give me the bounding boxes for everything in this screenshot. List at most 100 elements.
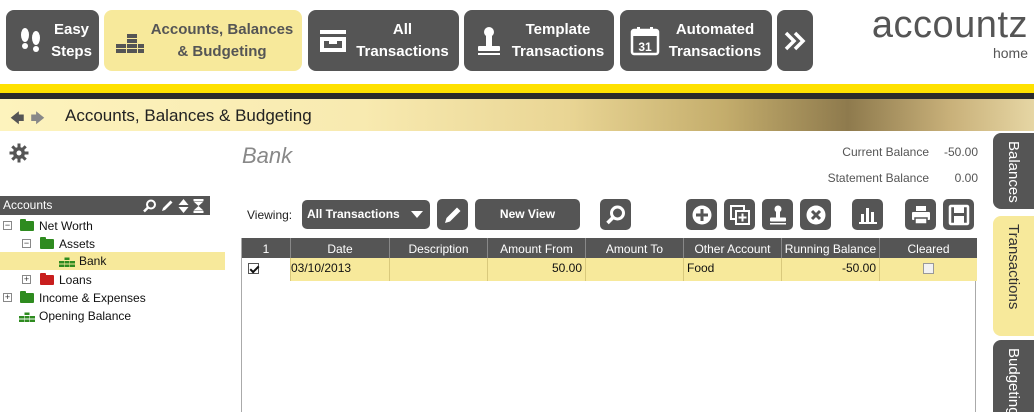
tab-balances[interactable]: Balances xyxy=(993,133,1034,209)
transactions-table: 1 Date Description Amount From Amount To… xyxy=(241,238,977,412)
forward-arrow-icon[interactable]: 🡆 xyxy=(30,110,50,126)
current-balance-label: Current Balance xyxy=(842,145,929,159)
calendar-31-icon: 31 xyxy=(630,26,660,55)
tree-item-label: Assets xyxy=(59,237,96,251)
table-header: 1 Date Description Amount From Amount To… xyxy=(242,238,977,258)
tree-item-income-expenses[interactable]: + Income & Expenses xyxy=(0,289,225,307)
back-arrow-icon[interactable]: 🡄 xyxy=(10,110,30,126)
save-button[interactable] xyxy=(943,199,974,230)
tree-item-label: Income & Expenses xyxy=(39,291,146,305)
cleared-checkbox[interactable] xyxy=(923,263,934,275)
close-circle-icon xyxy=(806,205,825,224)
new-view-button[interactable]: New View xyxy=(475,199,580,230)
column-header[interactable]: Date xyxy=(291,238,390,258)
expand-toggle-icon[interactable]: + xyxy=(22,275,31,284)
accent-bar xyxy=(0,84,1034,93)
statement-balance-label: Statement Balance xyxy=(827,171,929,185)
coins-icon xyxy=(19,312,35,322)
nav-label: Automated Transactions xyxy=(668,20,762,60)
pencil-icon[interactable] xyxy=(161,199,174,212)
add-transaction-button[interactable] xyxy=(686,199,717,230)
tree-item-bank[interactable]: Bank xyxy=(0,252,225,270)
tree-item-assets[interactable]: − Assets xyxy=(0,235,225,253)
view-select-value: All Transactions xyxy=(307,207,400,221)
folder-icon xyxy=(40,237,54,249)
nav-accounts-balances-budgeting[interactable]: Accounts, Balances & Budgeting xyxy=(104,10,302,71)
statement-balance-value: 0.00 xyxy=(954,171,978,185)
accounts-panel-header: Accounts xyxy=(0,196,210,215)
tab-transactions[interactable]: Transactions xyxy=(993,216,1034,336)
search-icon[interactable] xyxy=(143,199,157,213)
other-account-cell[interactable]: Food xyxy=(684,258,782,281)
row-select-cell[interactable] xyxy=(242,258,291,281)
collapse-icon[interactable] xyxy=(193,198,204,213)
tab-label: Budgeting xyxy=(1005,348,1022,412)
nav-easy-steps[interactable]: Easy Steps xyxy=(6,10,99,71)
logo-subtitle: home xyxy=(992,45,1028,61)
expand-toggle-icon[interactable]: + xyxy=(3,293,12,302)
folder-icon xyxy=(20,219,34,231)
double-chevron-right-icon xyxy=(784,31,806,50)
current-balance-value: -50.00 xyxy=(943,145,978,159)
history-nav: 🡄🡆 xyxy=(10,108,51,132)
tree-item-opening-balance[interactable]: Opening Balance xyxy=(0,307,225,325)
date-cell[interactable]: 03/10/2013 xyxy=(291,258,390,281)
sort-up-down-icon[interactable] xyxy=(178,198,189,213)
column-header[interactable]: Amount To xyxy=(586,238,684,258)
printer-icon xyxy=(911,205,930,225)
nav-automated-transactions[interactable]: 31 Automated Transactions xyxy=(620,10,772,71)
nav-more-button[interactable] xyxy=(777,10,813,71)
amount-to-cell[interactable] xyxy=(586,258,684,281)
folder-icon xyxy=(40,273,54,285)
delete-transaction-button[interactable] xyxy=(800,199,831,230)
chevron-down-icon xyxy=(411,211,423,218)
app-logo: accountz home xyxy=(848,4,1028,60)
column-header[interactable]: Other Account xyxy=(684,238,782,258)
edit-view-button[interactable] xyxy=(437,199,468,230)
svg-text:31: 31 xyxy=(638,40,652,54)
amount-from-cell[interactable]: 50.00 xyxy=(488,258,586,281)
tree-item-label: Bank xyxy=(79,254,107,268)
nav-label: Template Transactions xyxy=(511,20,605,60)
tab-budgeting[interactable]: Budgeting xyxy=(993,340,1034,412)
tree-item-label: Net Worth xyxy=(39,219,93,233)
nav-template-transactions[interactable]: Template Transactions xyxy=(464,10,614,71)
search-button[interactable] xyxy=(600,199,631,230)
column-header[interactable]: Amount From xyxy=(488,238,586,258)
collapse-toggle-icon[interactable]: − xyxy=(3,221,12,230)
duplicate-transaction-button[interactable] xyxy=(724,199,755,230)
column-header[interactable]: Description xyxy=(390,238,488,258)
stamp-icon xyxy=(478,26,500,55)
table-row[interactable]: 03/10/2013 50.00 Food -50.00 xyxy=(242,258,977,281)
cleared-cell[interactable] xyxy=(880,258,977,281)
nav-label: Easy Steps xyxy=(51,20,92,60)
bar-chart-icon xyxy=(858,207,877,224)
running-balance-cell: -50.00 xyxy=(782,258,880,281)
collapse-toggle-icon[interactable]: − xyxy=(22,239,31,248)
logo-brand: accountz xyxy=(871,4,1028,46)
template-button[interactable] xyxy=(762,199,793,230)
accounts-header-label: Accounts xyxy=(3,198,53,212)
column-header[interactable]: Cleared xyxy=(880,238,977,258)
tree-item-net-worth[interactable]: − Net Worth xyxy=(0,217,225,235)
column-header[interactable]: 1 xyxy=(242,238,291,258)
section-title: Accounts, Balances & Budgeting xyxy=(65,106,312,125)
stamp-icon xyxy=(769,205,786,224)
description-cell[interactable] xyxy=(390,258,488,281)
view-select[interactable]: All Transactions xyxy=(302,200,430,229)
gear-icon[interactable] xyxy=(9,143,29,163)
plus-circle-icon xyxy=(692,205,711,224)
tree-item-loans[interactable]: + Loans xyxy=(0,271,225,289)
section-banner: 🡄🡆 Accounts, Balances & Budgeting xyxy=(0,99,1034,131)
viewing-label: Viewing: xyxy=(247,208,293,222)
coins-stack-icon xyxy=(116,33,144,53)
coins-icon xyxy=(59,257,75,267)
column-header[interactable]: Running Balance xyxy=(782,238,880,258)
page-title: Bank xyxy=(242,143,293,168)
tree-item-label: Opening Balance xyxy=(39,309,132,323)
report-button[interactable] xyxy=(852,199,883,230)
row-checkbox[interactable] xyxy=(248,263,259,275)
nav-all-transactions[interactable]: All Transactions xyxy=(308,10,459,71)
print-button[interactable] xyxy=(905,199,936,230)
pencil-icon xyxy=(444,207,460,223)
